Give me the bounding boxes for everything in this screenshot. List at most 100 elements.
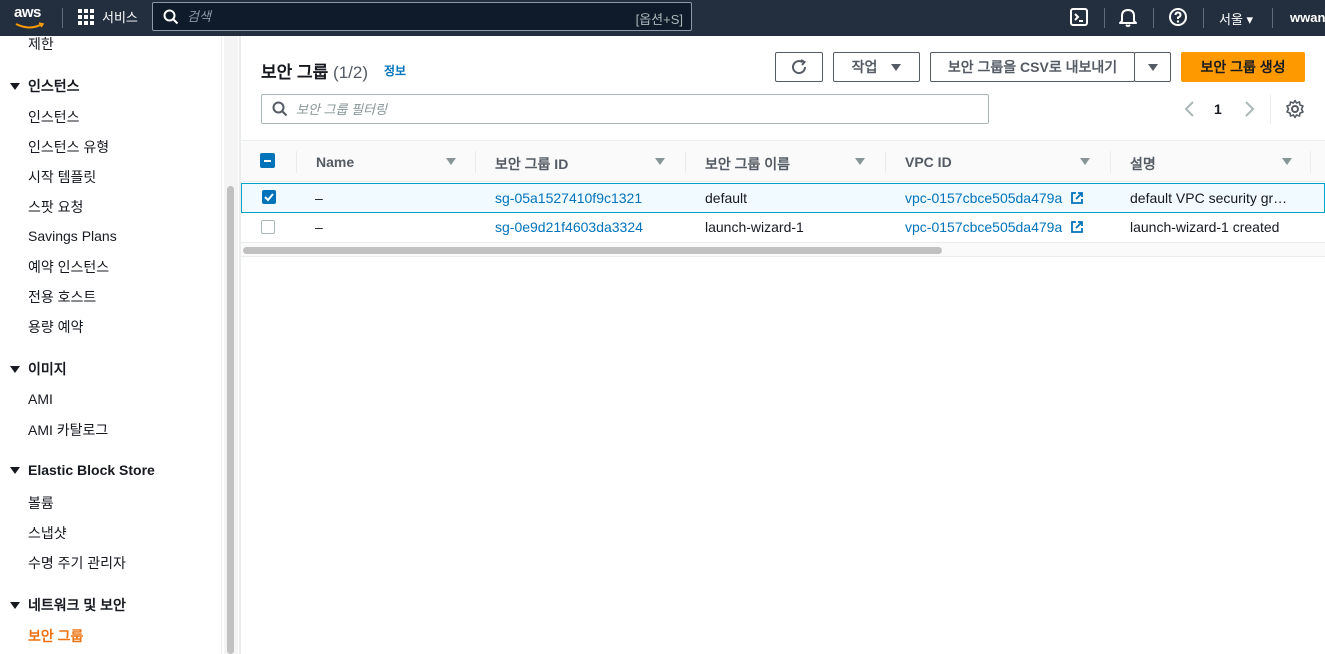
sidebar-item-capacity-reservations[interactable]: 용량 예약 bbox=[28, 317, 83, 337]
search-icon bbox=[272, 101, 288, 117]
cell-vpc-id-link[interactable]: vpc-0157cbce505da479a bbox=[905, 190, 1062, 206]
sort-caret-icon[interactable] bbox=[655, 158, 665, 165]
sidebar-item-ami-catalog[interactable]: AMI 카탈로그 bbox=[28, 420, 108, 440]
column-divider bbox=[475, 151, 476, 173]
sidebar-section-label: 인스턴스 bbox=[28, 78, 80, 94]
table-horizontal-scrollbar-thumb[interactable] bbox=[243, 247, 942, 254]
table-row[interactable]: – sg-05a1527410f9c1321 default vpc-0157c… bbox=[241, 183, 1325, 213]
top-navigation-bar: aws 서비스 [옵션+S] 서울 ▾ wwan bbox=[0, 0, 1325, 36]
info-link[interactable]: 정보 bbox=[384, 62, 406, 79]
sidebar-item-savings-plans[interactable]: Savings Plans bbox=[28, 228, 117, 244]
services-label: 서비스 bbox=[102, 10, 138, 25]
cell-sg-name: default bbox=[705, 190, 748, 206]
sidebar-section-instances[interactable]: 인스턴스 bbox=[10, 76, 80, 96]
sidebar: 제한 인스턴스 인스턴스 인스턴스 유형 시작 템플릿 스팟 요청 Saving… bbox=[0, 36, 222, 654]
sidebar-item-instance-types[interactable]: 인스턴스 유형 bbox=[28, 137, 109, 157]
refresh-button[interactable] bbox=[775, 52, 823, 82]
pager-divider bbox=[1270, 94, 1271, 124]
notification-bell-icon[interactable] bbox=[1117, 6, 1139, 28]
global-search-input[interactable] bbox=[187, 9, 627, 24]
collapse-caret-icon bbox=[10, 365, 20, 373]
caret-down-icon bbox=[891, 63, 902, 71]
sidebar-section-label: Elastic Block Store bbox=[28, 462, 155, 478]
row-checkbox[interactable] bbox=[262, 190, 276, 204]
create-security-group-label: 보안 그룹 생성 bbox=[1200, 59, 1286, 75]
sort-caret-icon[interactable] bbox=[855, 158, 865, 165]
actions-label: 작업 bbox=[851, 59, 878, 75]
sidebar-item-reserved-instances[interactable]: 예약 인스턴스 bbox=[28, 257, 109, 277]
cell-description: default VPC security group bbox=[1130, 190, 1290, 206]
page-title: 보안 그룹 (1/2) bbox=[261, 58, 368, 83]
sidebar-item-dedicated-hosts[interactable]: 전용 호스트 bbox=[28, 287, 96, 307]
external-link-icon[interactable] bbox=[1070, 220, 1084, 234]
select-all-checkbox[interactable] bbox=[260, 153, 275, 168]
sidebar-section-network-security[interactable]: 네트워크 및 보안 bbox=[10, 595, 126, 615]
cell-sg-id-link[interactable]: sg-0e9d21f4603da3324 bbox=[495, 219, 643, 235]
cell-vpc-id-link[interactable]: vpc-0157cbce505da479a bbox=[905, 219, 1062, 235]
cell-description: launch-wizard-1 created bbox=[1130, 219, 1280, 235]
export-csv-button[interactable]: 보안 그룹을 CSV로 내보내기 bbox=[930, 52, 1135, 82]
current-page-number[interactable]: 1 bbox=[1214, 101, 1222, 117]
create-security-group-button[interactable]: 보안 그룹 생성 bbox=[1181, 52, 1305, 82]
row-checkbox[interactable] bbox=[261, 220, 275, 234]
check-icon bbox=[264, 193, 274, 202]
sidebar-section-label: 이미지 bbox=[28, 361, 67, 377]
column-header-sg-id[interactable]: 보안 그룹 ID bbox=[495, 154, 568, 174]
cell-name: – bbox=[315, 219, 323, 235]
account-menu[interactable]: wwan bbox=[1290, 10, 1325, 25]
collapse-caret-icon bbox=[10, 466, 20, 474]
chevron-right-icon[interactable] bbox=[1242, 99, 1256, 119]
selection-count: (1/2) bbox=[333, 63, 368, 82]
gear-icon[interactable] bbox=[1285, 99, 1305, 119]
export-csv-label: 보안 그룹을 CSV로 내보내기 bbox=[947, 59, 1118, 75]
cell-sg-id-link[interactable]: sg-05a1527410f9c1321 bbox=[495, 190, 642, 206]
cell-name: – bbox=[315, 190, 323, 206]
sidebar-item-ami[interactable]: AMI bbox=[28, 391, 53, 407]
services-menu-button[interactable]: 서비스 bbox=[78, 7, 138, 26]
filter-input[interactable] bbox=[296, 101, 976, 117]
cell-sg-name: launch-wizard-1 bbox=[705, 219, 804, 235]
column-divider bbox=[1310, 151, 1311, 173]
security-group-filter[interactable] bbox=[261, 94, 989, 124]
column-header-sg-name[interactable]: 보안 그룹 이름 bbox=[705, 154, 790, 174]
collapse-caret-icon bbox=[10, 82, 20, 90]
region-selector[interactable]: 서울 ▾ bbox=[1219, 9, 1253, 28]
help-icon[interactable] bbox=[1167, 6, 1189, 28]
chevron-left-icon[interactable] bbox=[1183, 99, 1197, 119]
sidebar-item-lifecycle-manager[interactable]: 수명 주기 관리자 bbox=[28, 553, 126, 573]
refresh-icon bbox=[792, 59, 807, 75]
sidebar-item-spot-requests[interactable]: 스팟 요청 bbox=[28, 197, 83, 217]
nav-divider bbox=[1153, 8, 1154, 28]
global-search-box[interactable]: [옵션+S] bbox=[152, 2, 692, 31]
sidebar-section-ebs[interactable]: Elastic Block Store bbox=[10, 462, 155, 478]
sidebar-section-images[interactable]: 이미지 bbox=[10, 359, 67, 379]
external-link-icon[interactable] bbox=[1070, 191, 1084, 205]
column-header-description[interactable]: 설명 bbox=[1130, 154, 1156, 174]
aws-smile-icon bbox=[15, 22, 45, 29]
sidebar-item-limits[interactable]: 제한 bbox=[28, 36, 54, 54]
actions-dropdown-button[interactable]: 작업 bbox=[833, 52, 920, 82]
aws-logo[interactable]: aws bbox=[14, 4, 48, 32]
page-title-text: 보안 그룹 bbox=[261, 63, 329, 82]
nav-divider bbox=[1272, 8, 1273, 28]
aws-logo-text: aws bbox=[14, 4, 41, 21]
sidebar-item-snapshots[interactable]: 스냅샷 bbox=[28, 523, 67, 543]
cloudshell-icon[interactable] bbox=[1068, 6, 1090, 28]
table-header: Name 보안 그룹 ID 보안 그룹 이름 VPC ID 설명 bbox=[241, 140, 1325, 182]
column-header-name[interactable]: Name bbox=[316, 154, 354, 170]
sidebar-item-instances[interactable]: 인스턴스 bbox=[28, 107, 80, 127]
table-row[interactable]: – sg-0e9d21f4603da3324 launch-wizard-1 v… bbox=[241, 213, 1325, 243]
sort-caret-icon[interactable] bbox=[446, 158, 456, 165]
sidebar-section-label: 네트워크 및 보안 bbox=[28, 597, 126, 613]
column-divider bbox=[685, 151, 686, 173]
sidebar-item-security-groups[interactable]: 보안 그룹 bbox=[28, 626, 83, 646]
sidebar-item-volumes[interactable]: 볼륨 bbox=[28, 493, 54, 513]
export-csv-dropdown-button[interactable] bbox=[1134, 52, 1171, 82]
column-divider bbox=[296, 151, 297, 173]
column-header-vpc-id[interactable]: VPC ID bbox=[905, 154, 952, 170]
sidebar-scrollbar-thumb[interactable] bbox=[227, 186, 234, 654]
sidebar-item-launch-templates[interactable]: 시작 템플릿 bbox=[28, 167, 96, 187]
sort-caret-icon[interactable] bbox=[1080, 158, 1090, 165]
sort-caret-icon[interactable] bbox=[1282, 158, 1292, 165]
nav-divider bbox=[62, 8, 63, 28]
